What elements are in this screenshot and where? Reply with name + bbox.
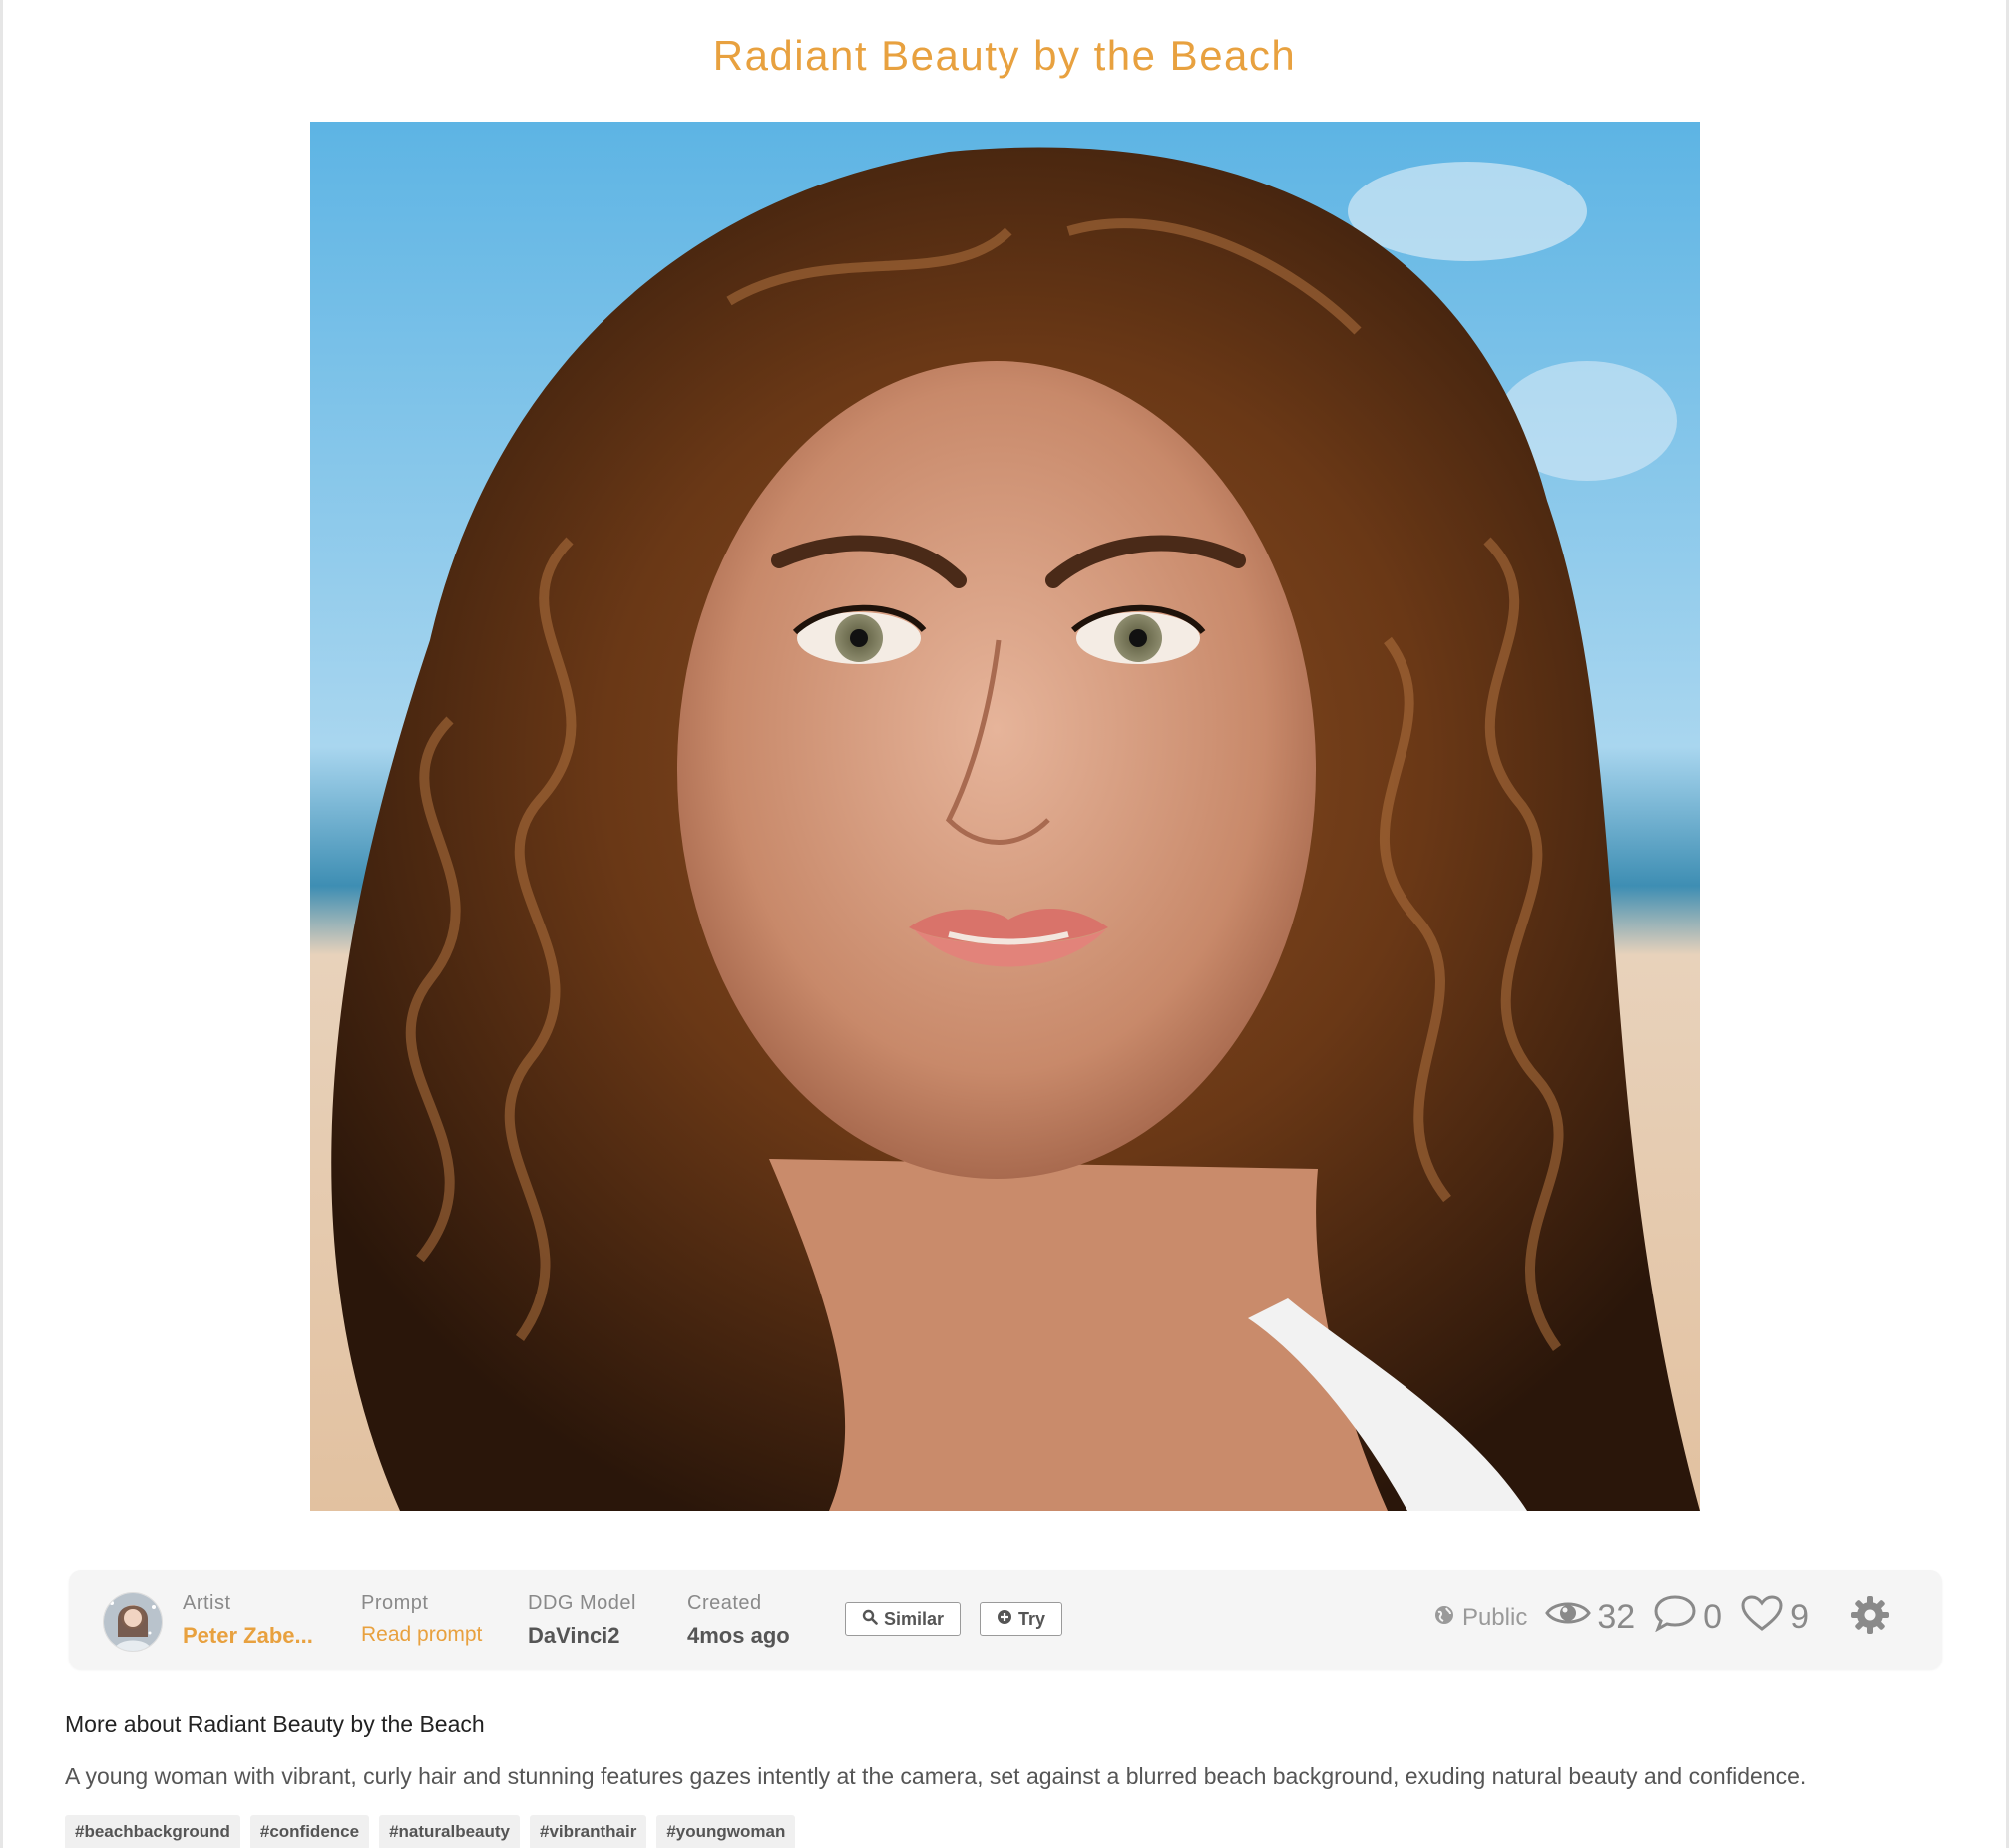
created-label: Created [687,1592,762,1614]
try-button-label: Try [1018,1608,1046,1629]
views-stat: 32 [1545,1597,1635,1638]
likes-stat[interactable]: 9 [1740,1594,1808,1641]
similar-button-label: Similar [884,1608,945,1629]
tag-list: #beachbackground #confidence #naturalbea… [65,1815,796,1848]
plus-circle-icon [997,1609,1012,1630]
try-button[interactable]: Try [980,1602,1063,1636]
image-description: A young woman with vibrant, curly hair a… [65,1763,1807,1789]
artist-avatar[interactable] [103,1592,163,1652]
created-value: 4mos ago [687,1623,790,1648]
heart-icon [1740,1594,1784,1641]
visibility-label: Public [1461,1603,1528,1631]
avatar-graphic [104,1593,162,1651]
more-about-heading: More about Radiant Beauty by the Beach [65,1711,485,1737]
tag-vibranthair[interactable]: #vibranthair [530,1815,647,1848]
tag-naturalbeauty[interactable]: #naturalbeauty [379,1815,521,1848]
artist-name-link[interactable]: Peter Zabe... [183,1623,313,1649]
comments-stat[interactable]: 0 [1653,1594,1722,1641]
views-count: 32 [1597,1598,1636,1636]
comment-icon [1653,1594,1697,1641]
tag-youngwoman[interactable]: #youngwoman [656,1815,796,1848]
globe-icon [1434,1604,1454,1632]
search-icon [862,1609,878,1630]
artwork-image[interactable] [310,122,1700,1511]
model-label: DDG Model [528,1592,636,1614]
image-info-bar: Artist Peter Zabe... Prompt Read prompt … [69,1570,1942,1669]
prompt-meta: Prompt Read prompt [361,1592,482,1647]
tag-confidence[interactable]: #confidence [249,1815,370,1848]
visibility-indicator: Public [1434,1604,1527,1632]
page: Radiant Beauty by the Beach Artist Peter… [0,0,2009,1848]
artwork-graphic [310,122,1700,1511]
comments-count: 0 [1703,1598,1723,1636]
page-title: Radiant Beauty by the Beach [712,32,1297,79]
artist-label: Artist [183,1592,231,1614]
gear-icon [1850,1595,1890,1640]
model-name: DaVinci2 [528,1623,620,1648]
similar-button[interactable]: Similar [845,1602,962,1636]
prompt-label: Prompt [361,1592,429,1614]
likes-count: 9 [1790,1598,1808,1636]
read-prompt-link[interactable]: Read prompt [361,1623,482,1647]
tag-beachbackground[interactable]: #beachbackground [65,1815,240,1848]
model-meta: DDG Model DaVinci2 [528,1592,636,1649]
created-meta: Created 4mos ago [687,1592,790,1649]
settings-button[interactable] [1850,1595,1890,1640]
eye-icon [1545,1597,1592,1638]
artist-meta: Artist Peter Zabe... [183,1592,313,1649]
image-stats: Public 32 0 9 [1434,1594,1890,1641]
